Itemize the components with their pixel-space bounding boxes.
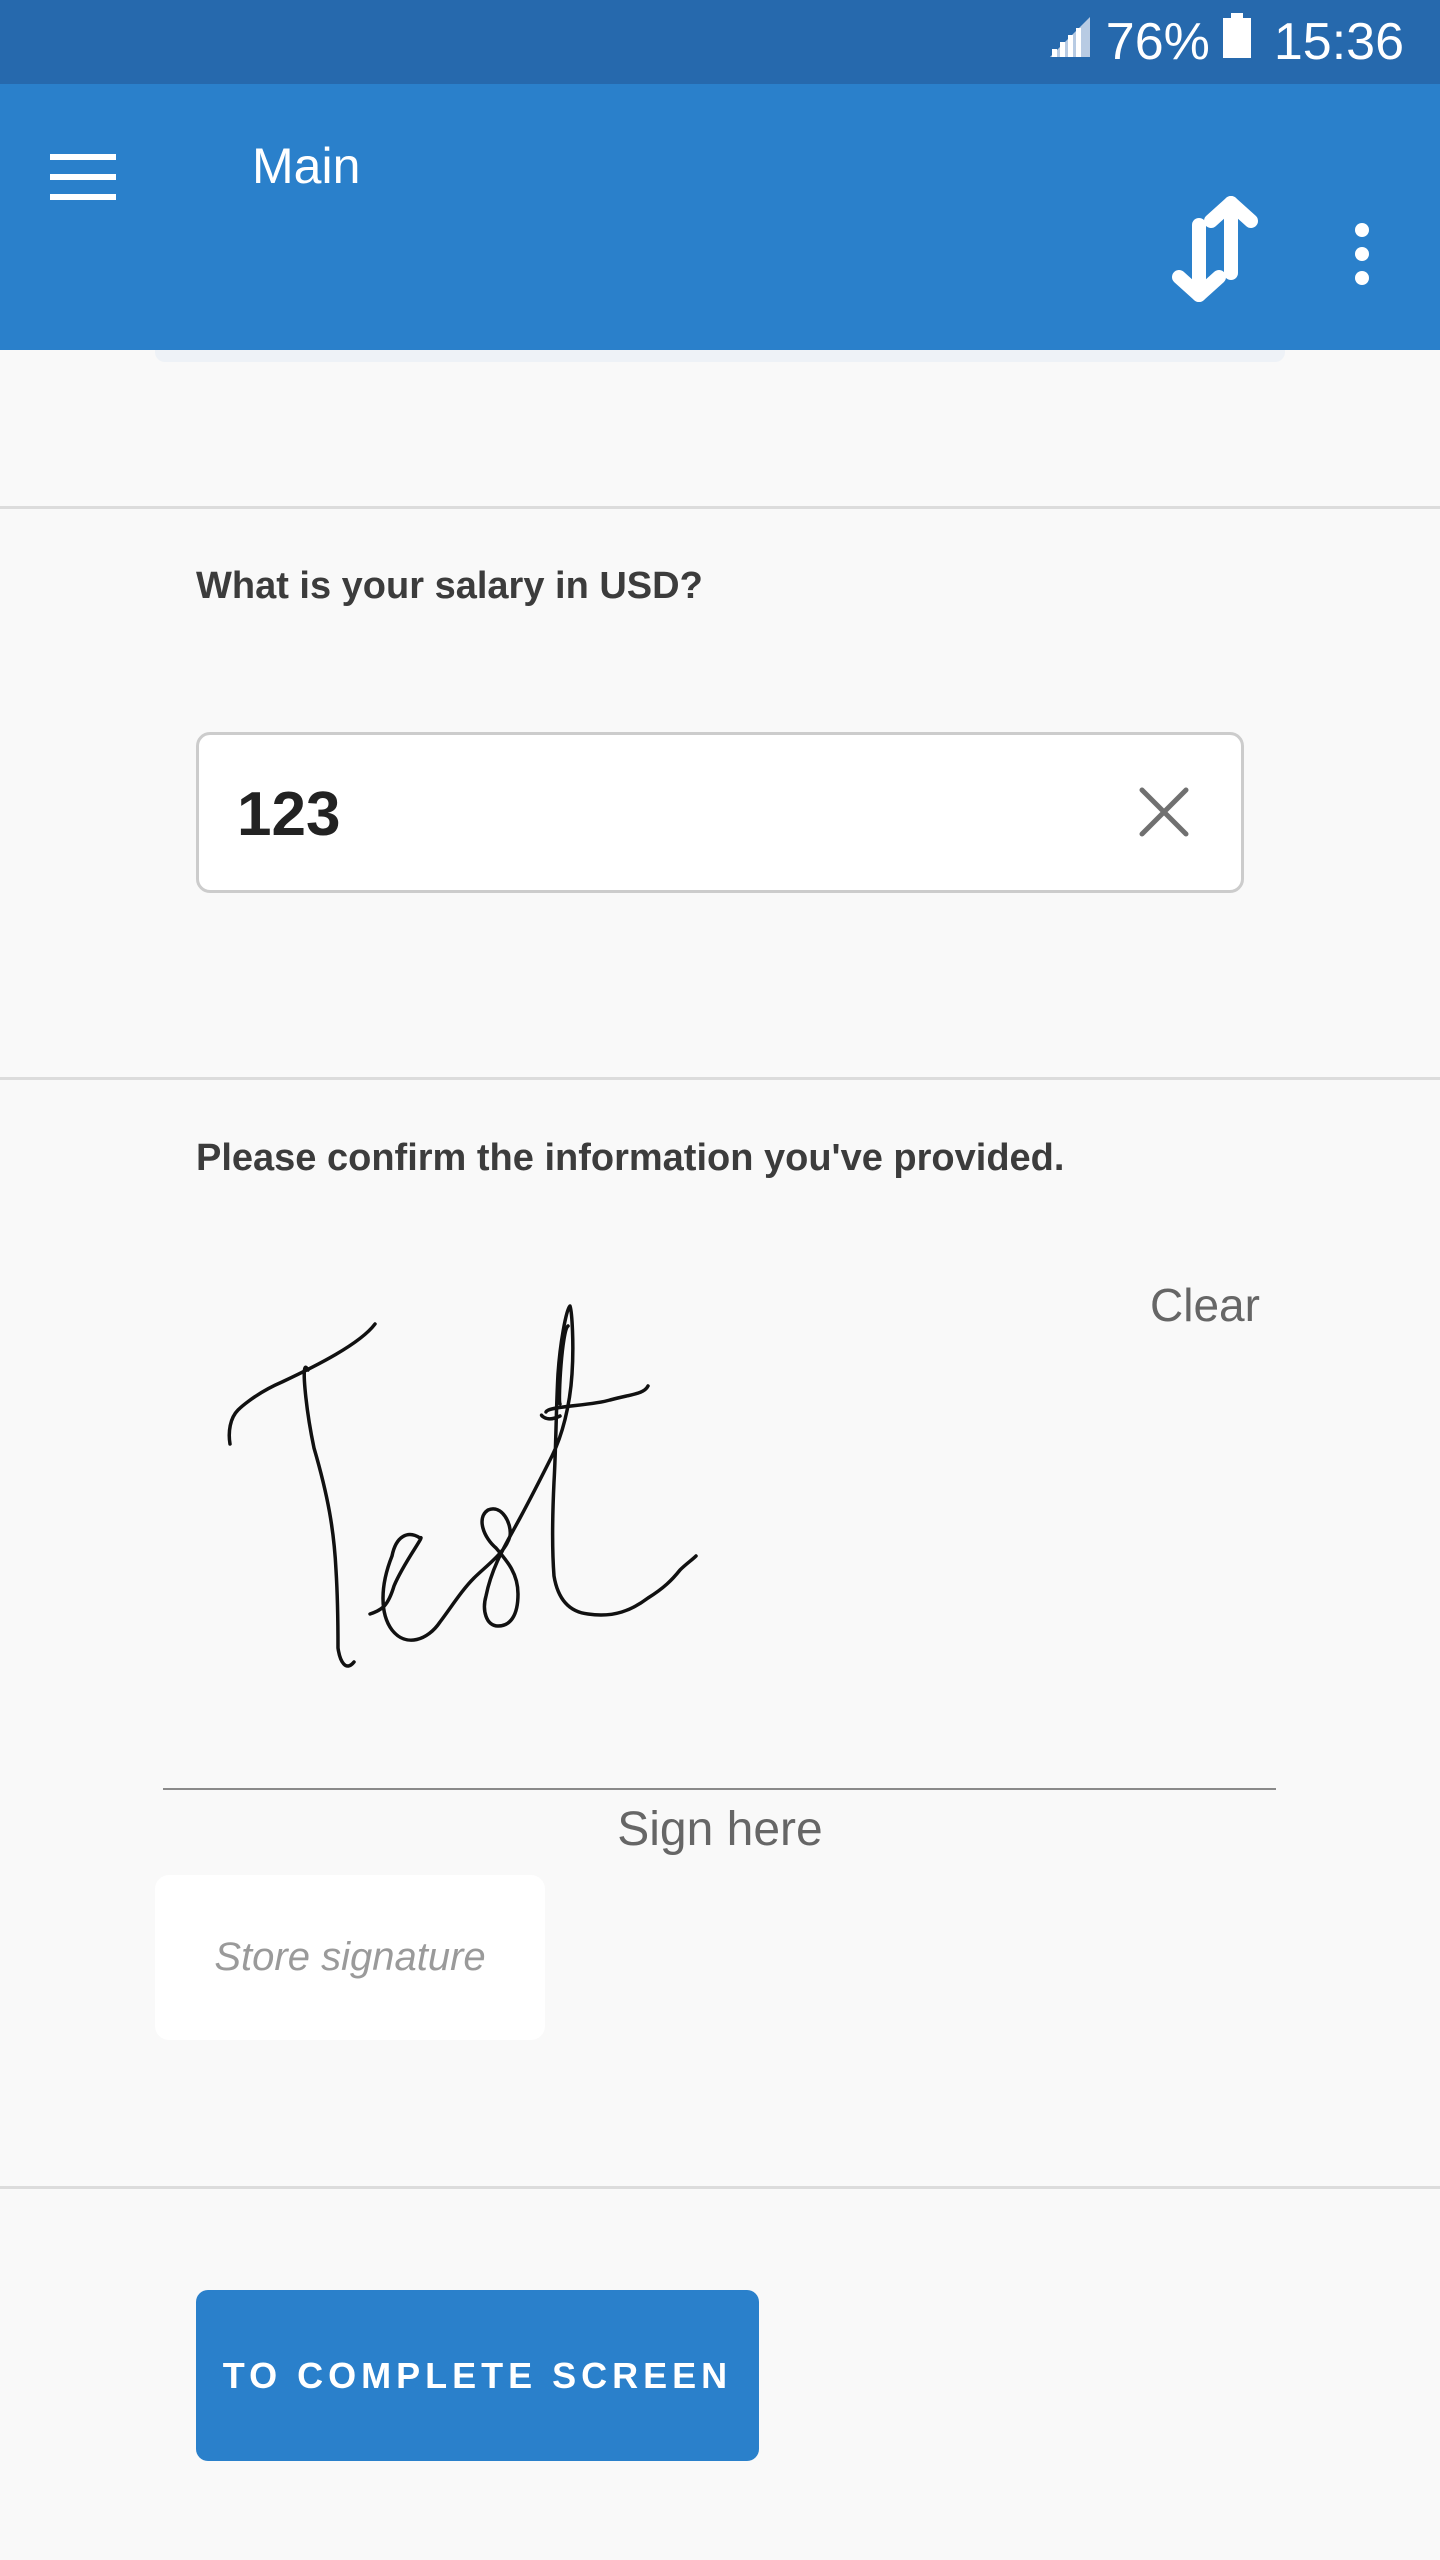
battery-percent: 76% — [1105, 13, 1210, 71]
sync-icon — [1172, 196, 1258, 302]
to-complete-screen-button[interactable]: TO COMPLETE SCREEN — [196, 2290, 759, 2461]
section-divider — [0, 1077, 1440, 1080]
more-options-button[interactable] — [1330, 210, 1390, 300]
section-divider — [0, 2186, 1440, 2189]
signature-pad[interactable] — [196, 1270, 1096, 1690]
collapsed-card-edge — [155, 350, 1285, 362]
status-time: 15:36 — [1273, 13, 1404, 71]
clear-input-button[interactable] — [1129, 777, 1199, 847]
salary-question-label: What is your salary in USD? — [196, 565, 703, 607]
menu-button[interactable] — [40, 130, 130, 220]
handwritten-signature — [227, 1304, 698, 1668]
menu-icon — [50, 154, 116, 200]
status-bar: 76% 15:36 — [0, 0, 1440, 84]
signal-icon — [1048, 12, 1092, 72]
confirm-question-label: Please confirm the information you've pr… — [196, 1137, 1065, 1179]
salary-input-value[interactable]: 123 — [237, 779, 340, 850]
page-title: Main — [252, 138, 361, 194]
section-divider — [0, 506, 1440, 509]
salary-input[interactable]: 123 — [196, 732, 1244, 893]
close-icon — [1139, 787, 1189, 837]
sign-here-label: Sign here — [617, 1803, 823, 1856]
more-vert-icon — [1355, 223, 1369, 285]
battery-icon — [1222, 12, 1252, 72]
clear-signature-button[interactable]: Clear — [1150, 1278, 1260, 1332]
signature-line — [163, 1788, 1276, 1790]
sync-button[interactable] — [1160, 195, 1270, 315]
store-signature-button[interactable]: Store signature — [155, 1875, 545, 2040]
